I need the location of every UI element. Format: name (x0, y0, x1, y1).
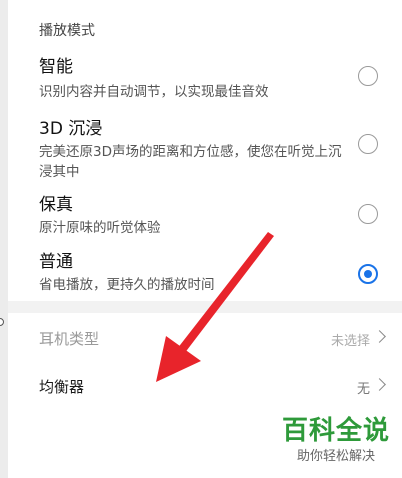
watermark: 百科全说 助你轻松解决 (276, 416, 396, 466)
watermark-title: 百科全说 (281, 416, 390, 446)
annotation-arrow-icon (156, 232, 274, 382)
watermark-subtitle: 助你轻松解决 (296, 449, 375, 464)
